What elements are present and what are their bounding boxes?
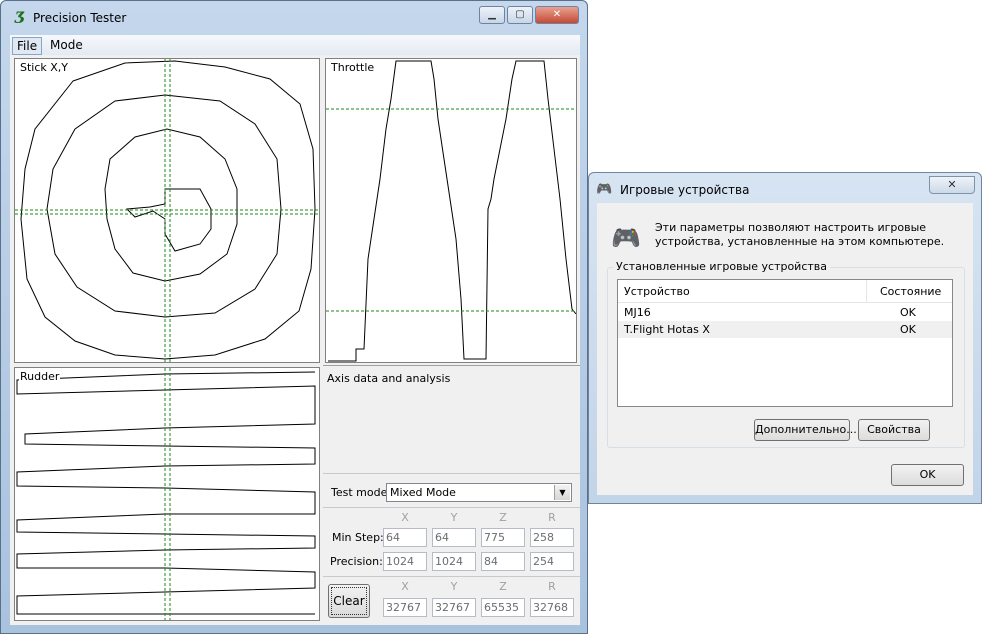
advanced-button[interactable]: Дополнительно... <box>754 419 857 441</box>
raw-r-field: 32768 <box>530 598 574 617</box>
rudder-plot: Rudder <box>14 367 320 621</box>
divider <box>323 576 580 577</box>
raw-z-field: 65535 <box>481 598 525 617</box>
stick-trace-ring-2 <box>46 94 282 318</box>
app-icon: Ʒ <box>14 8 26 27</box>
stick-label: Stick X,Y <box>19 61 70 74</box>
test-mode-label: Test mode: <box>331 486 392 499</box>
throttle-label: Throttle <box>330 61 376 74</box>
column-x-header: X <box>401 511 409 524</box>
precision-z-field: 84 <box>481 552 525 571</box>
precision-y-field: 1024 <box>432 552 476 571</box>
precision-r-field: 254 <box>530 552 574 571</box>
test-mode-select[interactable]: Mixed Mode ▼ <box>386 483 572 502</box>
throttle-trace <box>328 60 576 362</box>
menu-file[interactable]: File <box>12 37 43 55</box>
dialog-close-button[interactable]: ✕ <box>929 176 975 194</box>
stick-trace-svg <box>15 59 319 362</box>
properties-button[interactable]: Свойства <box>858 419 930 441</box>
raw-x-field: 32767 <box>383 598 427 617</box>
game-controllers-dialog: 🎮 Игровые устройства ✕ 🎮 Эти параметры п… <box>588 172 982 504</box>
column-divider <box>866 280 867 302</box>
column-z-header: Z <box>499 580 507 593</box>
stick-trace-ring-3 <box>104 128 238 282</box>
min-step-z-field: 775 <box>481 528 525 547</box>
column-r-header: R <box>548 580 556 593</box>
devices-group-label: Установленные игровые устройства <box>613 260 831 273</box>
column-status-header[interactable]: Состояние <box>880 285 941 298</box>
column-z-header: Z <box>499 511 507 524</box>
divider <box>323 507 580 508</box>
gamepad-icon: 🎮 <box>611 224 641 252</box>
throttle-trace-svg <box>326 60 576 362</box>
gamepad-icon: 🎮 <box>596 182 613 197</box>
precision-label: Precision: <box>330 555 383 568</box>
device-status: OK <box>900 323 916 336</box>
device-name: MJ16 <box>624 306 651 319</box>
stick-trace-center <box>125 188 212 252</box>
rudder-trace <box>16 371 316 615</box>
stick-xy-plot: Stick X,Y <box>14 58 320 363</box>
column-x-header: X <box>401 580 409 593</box>
maximize-button[interactable]: ▢ <box>507 6 533 24</box>
client-area: Stick X,Y Throttle Rudder Axis data and … <box>10 55 580 625</box>
close-button[interactable]: ✕ <box>535 6 579 24</box>
precision-x-field: 1024 <box>383 552 427 571</box>
list-header: Устройство Состояние <box>618 280 952 303</box>
menu-mode[interactable]: Mode <box>46 37 87 53</box>
raw-y-field: 32767 <box>432 598 476 617</box>
divider <box>323 473 580 474</box>
column-r-header: R <box>548 511 556 524</box>
clear-button[interactable]: Clear <box>328 584 370 618</box>
min-step-y-field: 64 <box>432 528 476 547</box>
min-step-label: Min Step: <box>332 531 384 544</box>
devices-list[interactable]: Устройство Состояние MJ16 OK T.Flight Ho… <box>617 279 953 407</box>
min-step-x-field: 64 <box>383 528 427 547</box>
rudder-trace-svg <box>16 368 316 620</box>
precision-tester-window: Ʒ Precision Tester ▁ ▢ ✕ File Mode Stick… <box>0 0 588 634</box>
ok-button[interactable]: OK <box>891 464 964 486</box>
dialog-description: Эти параметры позволяют настроить игровы… <box>655 221 945 248</box>
list-item[interactable]: MJ16 OK <box>618 304 952 321</box>
column-y-header: Y <box>450 580 458 593</box>
rudder-label: Rudder <box>19 370 61 383</box>
min-step-r-field: 258 <box>530 528 574 547</box>
title-bar[interactable]: Ʒ Precision Tester ▁ ▢ ✕ <box>1 1 587 35</box>
menu-bar: File Mode <box>10 35 580 56</box>
column-device-header[interactable]: Устройство <box>624 285 690 298</box>
analysis-label: Axis data and analysis <box>327 372 451 385</box>
chevron-down-icon[interactable]: ▼ <box>554 485 570 500</box>
test-mode-value: Mixed Mode <box>390 486 456 499</box>
device-status: OK <box>900 306 916 319</box>
window-title: Precision Tester <box>33 11 127 25</box>
dialog-client: 🎮 Эти параметры позволяют настроить игро… <box>597 203 973 495</box>
dialog-title: Игровые устройства <box>620 183 750 197</box>
column-y-header: Y <box>450 511 458 524</box>
minimize-button[interactable]: ▁ <box>479 6 505 24</box>
throttle-plot: Throttle <box>325 58 577 363</box>
device-name: T.Flight Hotas X <box>624 323 710 336</box>
list-item[interactable]: T.Flight Hotas X OK <box>618 321 952 338</box>
analysis-area: Axis data and analysis <box>323 365 580 474</box>
